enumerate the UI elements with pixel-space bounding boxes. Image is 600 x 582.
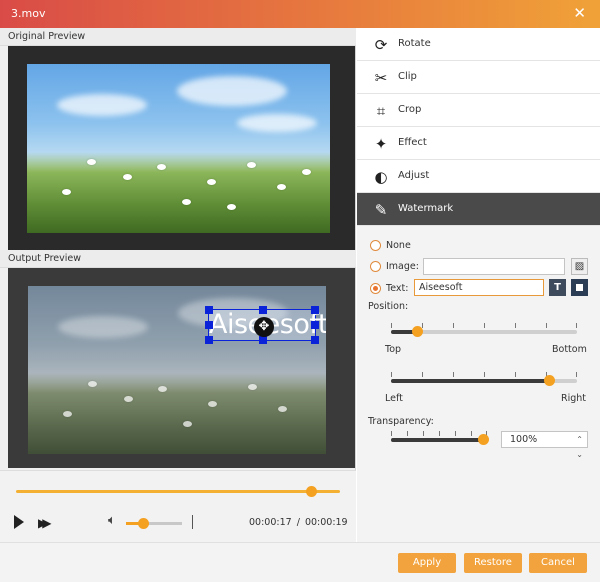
scissors-icon: ✂ bbox=[374, 69, 388, 87]
transparency-spinbox[interactable]: 100% ⌃ ⌄ bbox=[501, 431, 588, 459]
preview-pane: Original Preview Output Preview ✥ ▶▶ 🔈︎ … bbox=[0, 28, 356, 542]
resize-handle[interactable] bbox=[205, 321, 213, 329]
resize-handle[interactable] bbox=[259, 306, 267, 314]
divider bbox=[192, 515, 193, 529]
playback-controls: ▶▶ 🔈︎ 00:00:17 / 00:00:19 bbox=[0, 470, 356, 542]
slider-handle[interactable] bbox=[412, 326, 424, 337]
rotate-icon: ⟳ bbox=[374, 36, 388, 54]
menu-item-label: Clip bbox=[398, 71, 417, 82]
volume-slider[interactable] bbox=[126, 518, 182, 529]
position-label: Position: bbox=[368, 301, 409, 312]
fast-forward-icon[interactable]: ▶▶ bbox=[38, 516, 52, 530]
time-display: 00:00:17 / 00:00:19 bbox=[249, 517, 348, 528]
slider-handle[interactable] bbox=[544, 375, 556, 386]
output-video-frame: Aiseesoft ✥ bbox=[28, 286, 326, 454]
right-label: Right bbox=[561, 393, 587, 404]
crop-icon: ⌗ bbox=[376, 102, 386, 120]
transparency-value: 100% bbox=[510, 434, 538, 445]
close-icon[interactable]: ✕ bbox=[573, 5, 586, 21]
text-label: Text: bbox=[386, 283, 409, 294]
volume-handle[interactable] bbox=[137, 518, 149, 529]
seek-bar[interactable] bbox=[16, 486, 340, 497]
watermark-text-input[interactable]: Aiseesoft bbox=[414, 279, 544, 296]
none-label: None bbox=[386, 240, 411, 251]
play-icon[interactable] bbox=[14, 515, 24, 529]
seek-handle[interactable] bbox=[305, 486, 317, 497]
output-preview-label: Output Preview bbox=[0, 250, 356, 268]
slider-fill bbox=[391, 438, 484, 442]
left-label: Left bbox=[385, 393, 403, 404]
watermark-settings: None Image: ▨ Text: Aiseesoft T Position… bbox=[357, 226, 600, 542]
window-title: 3.mov bbox=[11, 7, 46, 20]
horizontal-position-slider[interactable] bbox=[391, 375, 577, 386]
apply-button[interactable]: Apply bbox=[398, 553, 456, 573]
resize-handle[interactable] bbox=[311, 306, 319, 314]
title-bar: 3.mov ✕ bbox=[0, 0, 600, 28]
original-preview-label: Original Preview bbox=[0, 28, 356, 46]
slider-fill bbox=[391, 379, 550, 383]
text-color-icon[interactable] bbox=[571, 279, 588, 296]
brush-icon: ✎ bbox=[374, 201, 388, 219]
resize-handle[interactable] bbox=[311, 336, 319, 344]
resize-handle[interactable] bbox=[205, 336, 213, 344]
output-preview: Aiseesoft ✥ bbox=[8, 268, 355, 468]
image-path-field[interactable] bbox=[423, 258, 565, 275]
resize-handle[interactable] bbox=[311, 321, 319, 329]
bottom-label: Bottom bbox=[552, 344, 587, 355]
current-time: 00:00:17 bbox=[249, 517, 292, 528]
restore-button[interactable]: Restore bbox=[464, 553, 522, 573]
watermark-selection-box[interactable]: Aiseesoft ✥ bbox=[205, 306, 326, 344]
volume-icon[interactable]: 🔈︎ bbox=[108, 513, 116, 528]
text-font-icon[interactable]: T bbox=[549, 279, 566, 296]
menu-item-label: Rotate bbox=[398, 38, 431, 49]
original-video-frame bbox=[27, 64, 330, 233]
effect-icon: ✦ bbox=[374, 135, 388, 153]
total-time: 00:00:19 bbox=[304, 517, 348, 528]
adjust-icon: ◐ bbox=[374, 168, 388, 186]
transparency-ticks bbox=[391, 431, 487, 437]
transparency-slider[interactable] bbox=[391, 434, 490, 445]
footer-bar: Apply Restore Cancel bbox=[0, 542, 600, 582]
image-label: Image: bbox=[386, 261, 419, 272]
spin-arrows-icon[interactable]: ⌃ ⌄ bbox=[576, 432, 583, 462]
menu-item-rotate[interactable]: ⟳ Rotate bbox=[357, 28, 600, 61]
menu-item-label: Crop bbox=[398, 104, 422, 115]
menu-item-clip[interactable]: ✂ Clip bbox=[357, 61, 600, 94]
move-icon[interactable]: ✥ bbox=[254, 317, 274, 337]
menu-item-label: Adjust bbox=[398, 170, 430, 181]
slider-handle[interactable] bbox=[478, 434, 490, 445]
original-preview bbox=[8, 46, 355, 250]
text-radio[interactable] bbox=[370, 283, 381, 294]
resize-handle[interactable] bbox=[259, 336, 267, 344]
image-radio[interactable] bbox=[370, 261, 381, 272]
menu-item-effect[interactable]: ✦ Effect bbox=[357, 127, 600, 160]
transparency-label: Transparency: bbox=[368, 416, 434, 427]
edit-panel: ⟳ Rotate ✂ Clip ⌗ Crop ✦ Effect ◐ Adjust… bbox=[357, 28, 600, 542]
menu-item-label: Effect bbox=[398, 137, 427, 148]
cancel-button[interactable]: Cancel bbox=[529, 553, 587, 573]
none-radio[interactable] bbox=[370, 240, 381, 251]
top-label: Top bbox=[385, 344, 402, 355]
menu-item-watermark[interactable]: ✎ Watermark bbox=[357, 193, 600, 226]
menu-item-adjust[interactable]: ◐ Adjust bbox=[357, 160, 600, 193]
image-browse-icon[interactable]: ▨ bbox=[571, 258, 588, 275]
menu-item-label: Watermark bbox=[398, 203, 454, 214]
vertical-position-slider[interactable] bbox=[391, 326, 577, 337]
time-separator: / bbox=[296, 517, 300, 528]
menu-item-crop[interactable]: ⌗ Crop bbox=[357, 94, 600, 127]
resize-handle[interactable] bbox=[205, 306, 213, 314]
